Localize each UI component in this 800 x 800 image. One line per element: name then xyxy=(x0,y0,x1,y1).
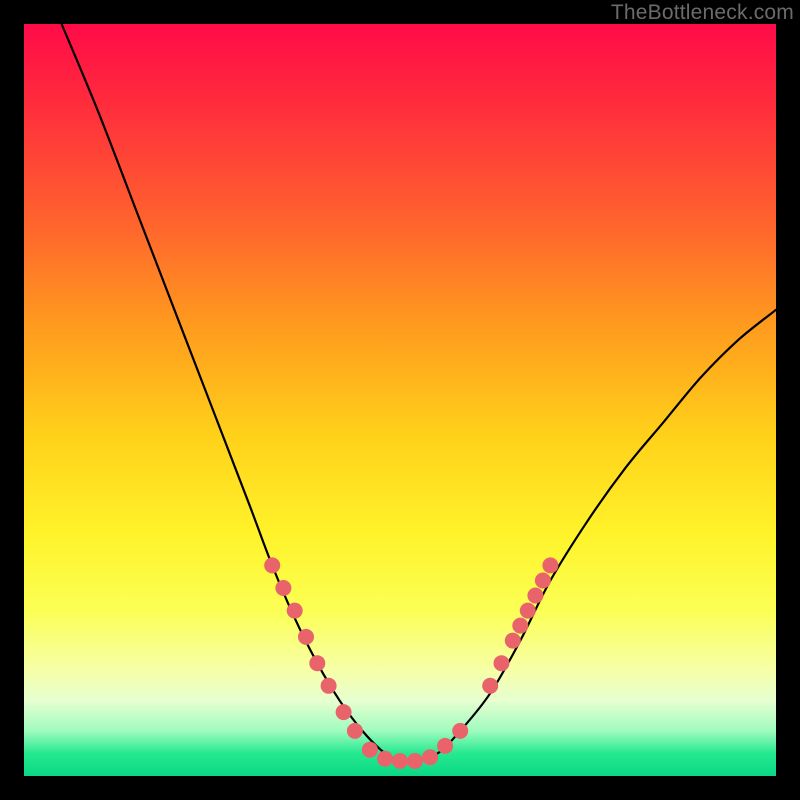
data-marker xyxy=(309,655,325,671)
data-marker xyxy=(494,655,510,671)
data-marker xyxy=(505,633,521,649)
data-marker xyxy=(512,618,528,634)
data-marker xyxy=(264,557,280,573)
chart-svg xyxy=(24,24,776,776)
data-marker xyxy=(347,723,363,739)
marker-group xyxy=(264,557,558,769)
plot-area xyxy=(24,24,776,776)
chart-frame: TheBottleneck.com xyxy=(0,0,800,800)
data-marker xyxy=(422,749,438,765)
data-marker xyxy=(482,678,498,694)
data-marker xyxy=(275,580,291,596)
data-marker xyxy=(298,629,314,645)
data-marker xyxy=(527,588,543,604)
data-marker xyxy=(392,753,408,769)
data-marker xyxy=(542,557,558,573)
data-marker xyxy=(362,742,378,758)
data-marker xyxy=(377,751,393,767)
data-marker xyxy=(321,678,337,694)
data-marker xyxy=(535,573,551,589)
watermark-text: TheBottleneck.com xyxy=(611,1,794,25)
data-marker xyxy=(287,603,303,619)
data-marker xyxy=(520,603,536,619)
data-marker xyxy=(336,704,352,720)
data-marker xyxy=(407,753,423,769)
bottleneck-curve xyxy=(62,24,776,762)
data-marker xyxy=(452,723,468,739)
data-marker xyxy=(437,738,453,754)
